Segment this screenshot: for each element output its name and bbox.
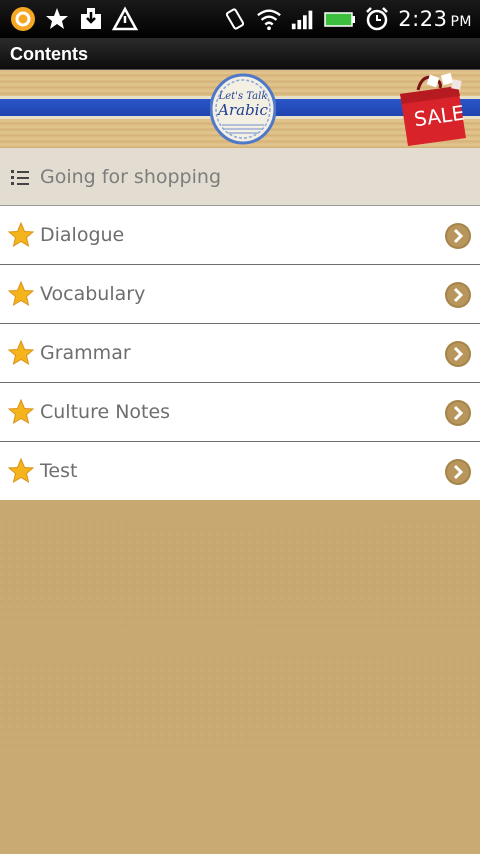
menu-item-dialogue[interactable]: Dialogue xyxy=(0,206,480,265)
warning-icon xyxy=(112,6,138,32)
vibrate-icon xyxy=(222,6,248,32)
target-icon xyxy=(10,6,36,32)
menu-item-label: Culture Notes xyxy=(40,401,171,423)
section-header: Going for shopping xyxy=(0,148,480,206)
star-icon xyxy=(7,280,35,307)
star-icon xyxy=(44,6,70,32)
chevron-right-icon[interactable] xyxy=(444,458,472,486)
background-texture xyxy=(0,500,480,854)
chevron-right-icon[interactable] xyxy=(444,222,472,250)
battery-icon xyxy=(324,6,356,32)
star-icon xyxy=(7,398,35,425)
menu-item-label: Test xyxy=(40,460,78,482)
app-logo: Let's Talk Arabic xyxy=(210,73,276,145)
menu-item-label: Dialogue xyxy=(40,224,125,246)
menu-item-vocabulary[interactable]: Vocabulary xyxy=(0,265,480,324)
title-bar: Contents xyxy=(0,38,480,70)
chevron-right-icon[interactable] xyxy=(444,340,472,368)
page-title: Contents xyxy=(10,44,88,64)
wifi-icon xyxy=(256,6,282,32)
chevron-right-icon[interactable] xyxy=(444,281,472,309)
clock: 2:23 PM xyxy=(398,7,472,31)
signal-icon xyxy=(290,6,316,32)
download-icon xyxy=(78,6,104,32)
menu-item-culture-notes[interactable]: Culture Notes xyxy=(0,383,480,442)
star-icon xyxy=(7,457,35,484)
alarm-icon xyxy=(364,6,390,32)
banner: Let's Talk Arabic SALE xyxy=(0,70,480,148)
menu-item-test[interactable]: Test xyxy=(0,442,480,501)
menu-item-label: Grammar xyxy=(40,342,131,364)
star-icon xyxy=(7,339,35,366)
section-title: Going for shopping xyxy=(40,165,222,188)
list-icon xyxy=(10,167,30,187)
contents-menu: Dialogue Vocabulary Grammar Culture Note… xyxy=(0,206,480,501)
status-bar: 2:23 PM xyxy=(0,0,480,38)
star-icon xyxy=(7,221,35,248)
menu-item-label: Vocabulary xyxy=(40,283,146,305)
menu-item-grammar[interactable]: Grammar xyxy=(0,324,480,383)
chevron-right-icon[interactable] xyxy=(444,399,472,427)
sale-bag-icon[interactable]: SALE xyxy=(392,72,472,148)
